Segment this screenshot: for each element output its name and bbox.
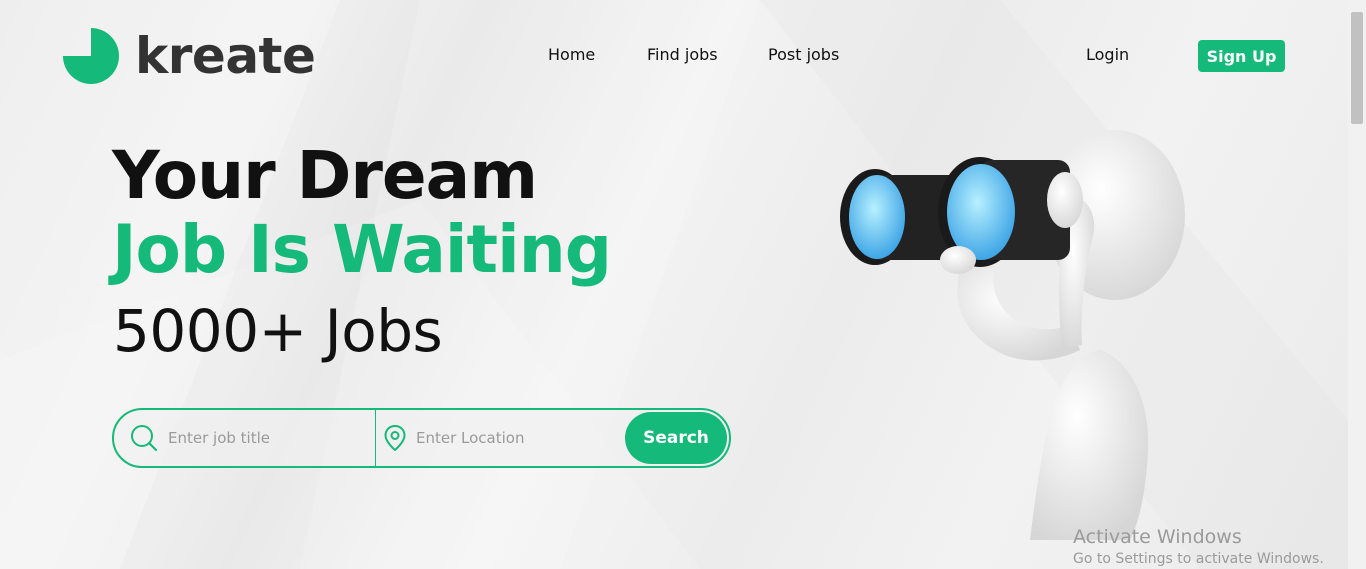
search-icon: [131, 425, 158, 452]
landing-page: kreate Home Find jobs Post jobs Login Si…: [0, 0, 1348, 569]
activate-windows-title: Activate Windows: [1073, 526, 1242, 548]
hero-jobs-count: 5000+ Jobs: [113, 297, 443, 365]
job-search-bar: Search: [112, 408, 731, 468]
search-button[interactable]: Search: [625, 412, 727, 464]
login-link[interactable]: Login: [1086, 45, 1129, 64]
location-pin-icon: [384, 425, 406, 451]
brand-name: kreate: [135, 27, 316, 85]
nav-home-link[interactable]: Home: [548, 45, 595, 64]
binoculars-figure-illustration: [840, 130, 1185, 540]
hero-title-line2: Job Is Waiting: [112, 211, 612, 288]
hero-title-line1: Your Dream: [112, 137, 538, 214]
activate-windows-subtitle: Go to Settings to activate Windows.: [1073, 551, 1324, 567]
location-field: [384, 410, 618, 466]
logo-icon: [63, 28, 119, 84]
nav-post-jobs-link[interactable]: Post jobs: [768, 45, 839, 64]
scrollbar-thumb[interactable]: [1351, 12, 1363, 124]
nav-find-jobs-link[interactable]: Find jobs: [647, 45, 718, 64]
brand-logo[interactable]: kreate: [63, 27, 316, 85]
job-title-field: [130, 410, 370, 466]
job-title-input[interactable]: [166, 428, 370, 448]
signup-button[interactable]: Sign Up: [1198, 40, 1285, 72]
location-input[interactable]: [414, 428, 618, 448]
vertical-scrollbar[interactable]: [1348, 0, 1366, 569]
search-divider: [375, 410, 376, 466]
